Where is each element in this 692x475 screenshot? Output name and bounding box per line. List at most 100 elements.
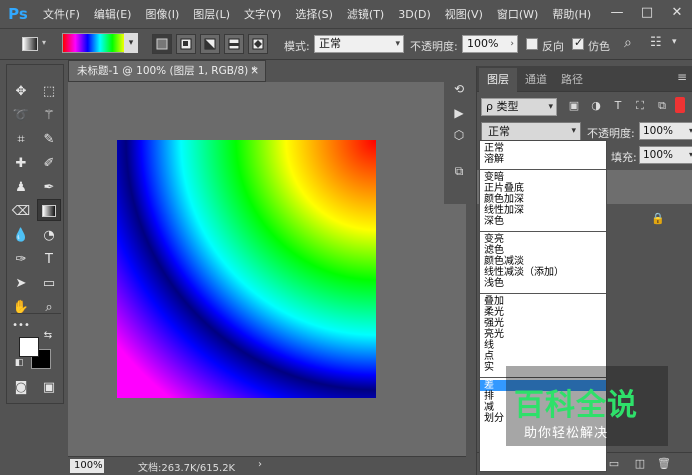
opacity-label: 不透明度: [410, 40, 458, 53]
blend-option-darker-color[interactable]: 深色 [480, 216, 606, 227]
path-selection-tool-icon[interactable]: ➤ [9, 273, 33, 295]
menu-view[interactable]: 视图(V) [438, 6, 490, 22]
menu-image[interactable]: 图像(I) [138, 6, 186, 22]
gradient-tool-icon[interactable] [37, 199, 61, 221]
blend-option-linear-burn[interactable]: 线性加深 [480, 205, 606, 216]
quick-mask-icon[interactable]: ◙ [9, 377, 33, 399]
3d-panel-icon[interactable]: ⬡ [450, 126, 468, 144]
preset-chevron-icon[interactable]: ▾ [42, 38, 46, 47]
default-colors-icon[interactable]: ◧ [13, 357, 25, 369]
layer-opacity-input[interactable]: 100% ▾ [639, 122, 692, 140]
history-brush-tool-icon[interactable]: ✒ [37, 177, 61, 199]
blend-option-linear-light[interactable]: 线 [480, 340, 606, 351]
minimize-button[interactable]: — [602, 0, 632, 28]
blend-option-lighten[interactable]: 变亮 [480, 234, 606, 245]
delete-layer-icon[interactable]: 🗑 [657, 457, 671, 471]
more-tools-icon[interactable]: ••• [9, 315, 33, 337]
tab-channels[interactable]: 通道 [517, 68, 555, 92]
pixel-filter-icon[interactable]: ▣ [567, 99, 581, 113]
stamp-tool-icon[interactable]: ♟ [9, 177, 33, 199]
chevron-right-icon[interactable]: › [258, 459, 262, 470]
marquee-tool-icon[interactable]: ⬚ [37, 81, 61, 103]
menu-3d[interactable]: 3D(D) [391, 8, 438, 21]
menu-edit[interactable]: 编辑(E) [87, 6, 139, 22]
close-button[interactable]: ✕ [662, 0, 692, 28]
blend-option-vivid-light[interactable]: 亮光 [480, 329, 606, 340]
new-group-icon[interactable]: ◫ [633, 457, 647, 471]
eraser-tool-icon[interactable]: ⌫ [9, 201, 33, 223]
close-document-icon[interactable]: × [250, 61, 259, 81]
history-panel-icon[interactable]: ⟲ [450, 80, 468, 98]
healing-brush-tool-icon[interactable]: ✚ [9, 153, 33, 175]
actions-play-icon[interactable]: ▶ [450, 104, 468, 122]
reflected-gradient-button[interactable] [224, 34, 244, 54]
filter-toggle-icon[interactable] [675, 97, 685, 113]
maximize-button[interactable]: □ [632, 0, 662, 28]
gradient-tool-preset[interactable] [22, 37, 38, 51]
angle-gradient-button[interactable] [200, 34, 220, 54]
pen-tool-icon[interactable]: ✑ [9, 249, 33, 271]
blend-option-linear-dodge[interactable]: 线性减淡（添加） [480, 267, 606, 278]
fill-input[interactable]: 100% ▾ [639, 146, 692, 164]
blur-tool-icon[interactable]: 💧 [9, 225, 33, 247]
magic-wand-tool-icon[interactable]: ⚚ [37, 105, 61, 127]
menu-select[interactable]: 选择(S) [288, 6, 340, 22]
reverse-checkbox[interactable] [526, 38, 538, 50]
crop-tool-icon[interactable]: ⌗ [9, 129, 33, 151]
smart-object-filter-icon[interactable]: ⧉ [655, 99, 669, 113]
opacity-input[interactable]: 100% › [462, 35, 518, 53]
chevron-down-icon[interactable]: ▾ [124, 33, 138, 53]
shape-filter-icon[interactable]: ⛶ [633, 99, 647, 113]
blend-option-screen[interactable]: 滤色 [480, 245, 606, 256]
mode-select[interactable]: 正常 ▾ [314, 35, 404, 53]
menu-window[interactable]: 窗口(W) [490, 6, 545, 22]
blend-option-multiply[interactable]: 正片叠底 [480, 183, 606, 194]
blend-option-normal[interactable]: 正常 [480, 143, 606, 154]
type-tool-icon[interactable]: T [37, 249, 61, 271]
move-tool-icon[interactable]: ✥ [9, 81, 33, 103]
linear-gradient-button[interactable] [152, 34, 172, 54]
eyedropper-tool-icon[interactable]: ✎ [37, 129, 61, 151]
zoom-tool-icon[interactable]: ⌕ [37, 297, 61, 319]
workspace-icon[interactable]: ☷ [650, 35, 662, 50]
menu-filter[interactable]: 滤镜(T) [340, 6, 391, 22]
gradient-canvas-image[interactable] [117, 140, 376, 398]
blend-option-soft-light[interactable]: 柔光 [480, 307, 606, 318]
new-layer-icon[interactable]: ▭ [607, 457, 621, 471]
swap-colors-icon[interactable]: ⇆ [41, 329, 55, 343]
chevron-down-icon[interactable]: ▾ [672, 37, 677, 47]
panel-menu-icon[interactable]: ≡ [677, 70, 687, 84]
tab-layers[interactable]: 图层 [479, 68, 517, 92]
screen-mode-icon[interactable]: ▣ [37, 377, 61, 399]
radial-gradient-button[interactable] [176, 34, 196, 54]
layer-kind-filter[interactable]: ρ 类型 ▾ [481, 98, 557, 116]
blend-option-lighter-color[interactable]: 浅色 [480, 278, 606, 289]
rectangle-tool-icon[interactable]: ▭ [37, 273, 61, 295]
blend-option-pin-light[interactable]: 点 [480, 351, 606, 362]
lasso-tool-icon[interactable]: ➰ [9, 105, 33, 127]
blend-option-color-burn[interactable]: 颜色加深 [480, 194, 606, 205]
brush-tool-icon[interactable]: ✐ [37, 153, 61, 175]
tab-paths[interactable]: 路径 [553, 68, 591, 92]
menu-help[interactable]: 帮助(H) [545, 6, 598, 22]
menu-file[interactable]: 文件(F) [36, 6, 87, 22]
blend-option-hard-light[interactable]: 强光 [480, 318, 606, 329]
blend-option-color-dodge[interactable]: 颜色减淡 [480, 256, 606, 267]
zoom-input[interactable]: 100% [70, 459, 104, 473]
menu-layer[interactable]: 图层(L) [186, 6, 237, 22]
blend-option-overlay[interactable]: 叠加 [480, 296, 606, 307]
search-icon[interactable]: ⌕ [624, 35, 632, 51]
diamond-gradient-button[interactable] [248, 34, 268, 54]
gradient-preview[interactable]: ▾ [62, 33, 138, 53]
dither-checkbox[interactable] [572, 36, 584, 50]
properties-panel-icon[interactable]: ⧉ [450, 162, 468, 180]
blend-option-darken[interactable]: 变暗 [480, 172, 606, 183]
blend-option-dissolve[interactable]: 溶解 [480, 154, 606, 165]
type-filter-icon[interactable]: T [611, 99, 625, 113]
document-tab[interactable]: 未标题-1 @ 100% (图层 1, RGB/8) * × [68, 60, 266, 82]
menu-type[interactable]: 文字(Y) [237, 6, 288, 22]
adjustment-filter-icon[interactable]: ◑ [589, 99, 603, 113]
foreground-color-swatch[interactable] [19, 337, 39, 357]
dodge-tool-icon[interactable]: ◔ [37, 225, 61, 247]
blend-mode-select[interactable]: 正常 ▾ [481, 122, 581, 141]
